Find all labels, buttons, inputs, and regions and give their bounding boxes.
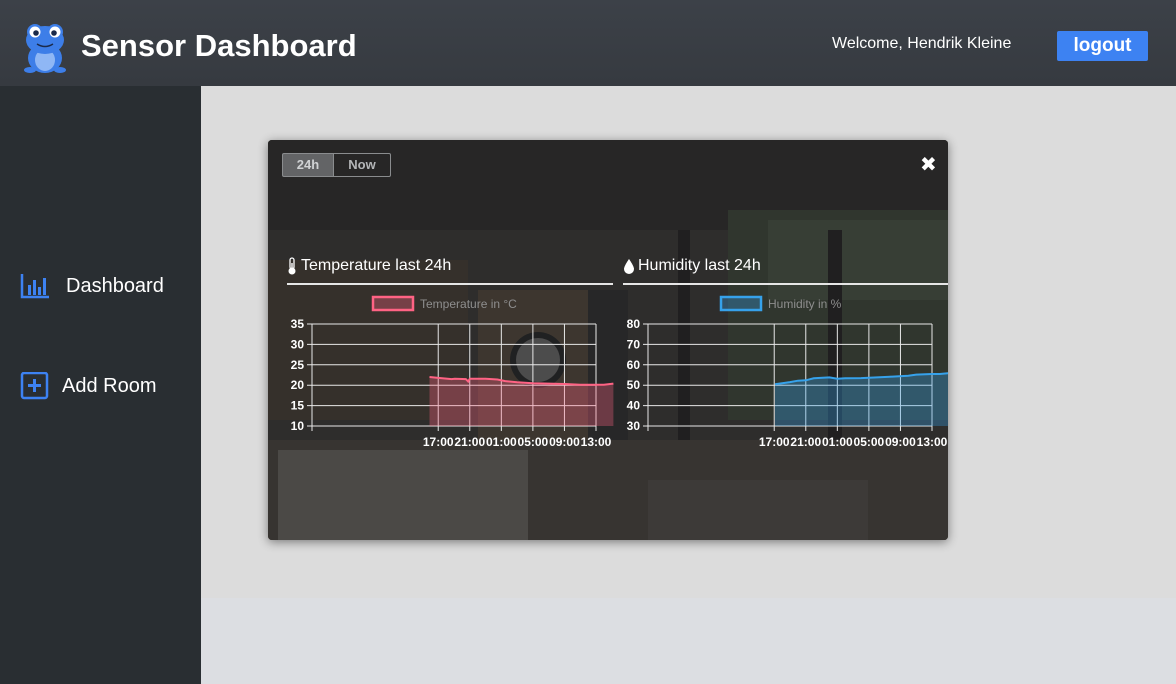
room-card: 24h Now ✖ Temperature last 24h Humidity … xyxy=(268,140,948,540)
sidebar-item-dashboard[interactable]: Dashboard xyxy=(20,272,164,300)
app-header: Sensor Dashboard Welcome, Hendrik Kleine… xyxy=(0,0,1176,86)
temperature-chart: 10 15 20 25 30 35 17:00 21:00 01:00 05:00 09:00 13:… xyxy=(291,295,614,449)
x-tick-label: 01:00 xyxy=(486,435,517,449)
x-tick-label: 17:00 xyxy=(423,435,454,449)
x-tick-label: 05:00 xyxy=(518,435,549,449)
y-tick-label: 25 xyxy=(291,358,305,372)
droplet-icon xyxy=(624,259,634,274)
sidebar-item-add-room[interactable]: Add Room xyxy=(20,372,157,400)
plus-square-icon xyxy=(20,372,49,400)
timeframe-toggle: 24h Now xyxy=(282,153,391,177)
y-tick-label: 50 xyxy=(627,378,641,392)
y-tick-label: 35 xyxy=(291,317,305,331)
main-footer-area xyxy=(201,598,1176,684)
temperature-divider xyxy=(287,283,613,285)
x-tick-label: 13:00 xyxy=(581,435,612,449)
close-icon[interactable]: ✖ xyxy=(920,152,937,177)
x-tick-label: 05:00 xyxy=(854,435,885,449)
humidity-title: Humidity last 24h xyxy=(638,257,761,274)
x-tick-label: 13:00 xyxy=(917,435,948,449)
bar-chart-icon xyxy=(20,274,49,299)
toggle-now-button[interactable]: Now xyxy=(334,154,390,176)
x-tick-label: 21:00 xyxy=(454,435,485,449)
legend-label: Temperature in °C xyxy=(420,297,517,311)
frog-logo-icon xyxy=(24,24,66,73)
x-tick-label: 17:00 xyxy=(759,435,790,449)
legend-label: Humidity in % xyxy=(768,297,842,311)
x-tick-label: 09:00 xyxy=(885,435,916,449)
sidebar: Dashboard Add Room xyxy=(0,86,201,684)
temperature-panel-title: Temperature last 24h xyxy=(286,257,451,275)
app-title: Sensor Dashboard xyxy=(81,28,357,63)
x-tick-label: 01:00 xyxy=(822,435,853,449)
y-tick-label: 60 xyxy=(627,358,641,372)
sidebar-item-label: Add Room xyxy=(62,374,157,397)
temperature-title: Temperature last 24h xyxy=(301,257,452,274)
x-tick-label: 21:00 xyxy=(790,435,821,449)
humidity-chart: 30 40 50 60 70 80 17:00 21:00 01:00 05:00 09:00 13:… xyxy=(627,295,948,449)
y-tick-label: 10 xyxy=(291,419,305,433)
logout-button[interactable]: logout xyxy=(1057,31,1148,61)
x-tick-label: 09:00 xyxy=(549,435,580,449)
legend-swatch xyxy=(719,295,763,312)
y-tick-label: 30 xyxy=(291,337,305,351)
y-tick-label: 40 xyxy=(627,399,641,413)
humidity-panel-title: Humidity last 24h xyxy=(623,257,761,275)
legend-swatch xyxy=(371,295,415,312)
sidebar-item-label: Dashboard xyxy=(66,274,164,297)
humidity-divider xyxy=(623,283,948,285)
thermometer-icon xyxy=(288,257,296,275)
toggle-24h-button[interactable]: 24h xyxy=(283,154,334,176)
y-tick-label: 70 xyxy=(627,337,641,351)
y-tick-label: 15 xyxy=(291,399,305,413)
y-tick-label: 30 xyxy=(627,419,641,433)
y-tick-label: 80 xyxy=(627,317,641,331)
welcome-message: Welcome, Hendrik Kleine xyxy=(832,35,1012,52)
y-tick-label: 20 xyxy=(291,378,305,392)
